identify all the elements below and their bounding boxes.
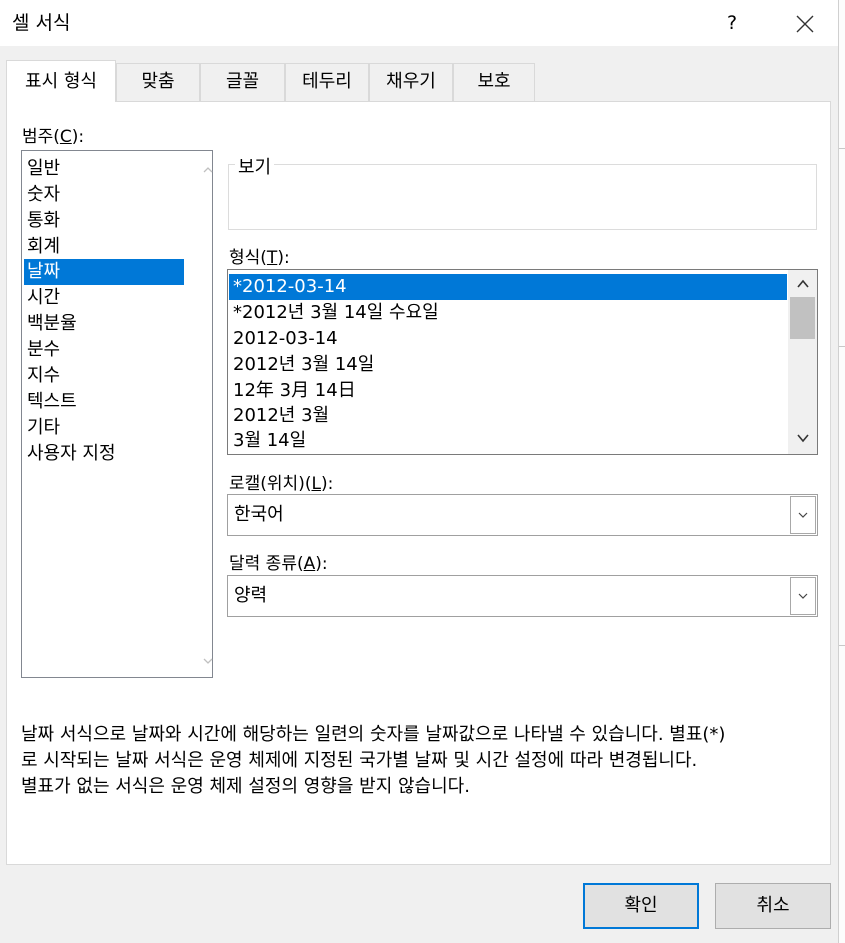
calendar-label: 달력 종류(A): [229,554,328,574]
tab-protection[interactable]: 보호 [453,63,535,101]
category-item[interactable]: 숫자 [24,182,184,208]
locale-dropdown-button[interactable] [790,496,816,534]
format-item[interactable]: 2012년 3월 14일 [229,352,787,378]
category-item[interactable]: 지수 [24,363,184,389]
category-list[interactable]: 일반 숫자 통화 회계 날짜 시간 백분율 분수 지수 텍스트 기타 사용자 지… [21,150,213,678]
calendar-value: 양력 [234,585,268,606]
cancel-button[interactable]: 취소 [715,883,831,929]
category-item[interactable]: 일반 [24,156,184,182]
scroll-down-arrow-icon[interactable] [797,433,809,443]
description-line: 로 시작되는 날짜 서식은 운영 체제에 지정된 국가별 날짜 및 시간 설정에… [21,750,698,771]
category-item[interactable]: 기타 [24,415,184,441]
chevron-down-icon [798,512,808,518]
category-scrollbar[interactable] [203,151,213,677]
scroll-up-arrow-icon[interactable] [797,279,809,289]
format-scrollbar[interactable] [788,270,817,454]
close-button[interactable] [782,4,828,42]
calendar-select[interactable]: 양력 [227,575,818,617]
background-spreadsheet-edge [838,0,845,943]
description-line: 날짜 서식으로 날짜와 시간에 해당하는 일련의 숫자를 날짜값으로 나타낼 수… [21,724,726,745]
tab-number-format[interactable]: 표시 형식 [6,60,116,102]
scroll-up-arrow-icon[interactable] [203,165,213,175]
dialog-title: 셀 서식 [12,12,71,34]
preview-box [228,164,817,230]
category-item[interactable]: 회계 [24,234,184,260]
format-item-selected[interactable]: *2012-03-14 [229,274,787,300]
category-item[interactable]: 시간 [24,285,184,311]
preview-label: 보기 [235,153,275,179]
calendar-dropdown-button[interactable] [790,577,816,615]
category-label: 범주(C): [22,127,85,147]
tab-border[interactable]: 테두리 [285,63,369,101]
chevron-down-icon [798,593,808,599]
ok-button[interactable]: 확인 [583,883,699,929]
format-item[interactable]: 2012-03-14 [229,326,787,352]
format-scroll-thumb[interactable] [790,297,815,339]
locale-value: 한국어 [234,504,284,525]
format-item[interactable]: 12年 3月 14日 [229,378,787,404]
locale-label: 로캘(위치)(L): [229,474,334,494]
format-item[interactable]: 3월 14일 [229,428,787,454]
description-line: 별표가 없는 서식은 운영 체제 설정의 영향을 받지 않습니다. [21,776,470,797]
scroll-down-arrow-icon[interactable] [203,656,213,666]
locale-select[interactable]: 한국어 [227,494,818,536]
close-icon [796,15,814,32]
category-item[interactable]: 텍스트 [24,389,184,415]
tab-fill[interactable]: 채우기 [369,63,453,101]
category-item[interactable]: 분수 [24,337,184,363]
category-item[interactable]: 백분율 [24,311,184,337]
category-item[interactable]: 통화 [24,208,184,234]
format-list[interactable]: *2012-03-14 *2012년 3월 14일 수요일 2012-03-14… [227,269,818,455]
category-item-selected[interactable]: 날짜 [24,259,184,285]
help-button[interactable]: ? [712,4,752,42]
category-item[interactable]: 사용자 지정 [24,441,184,467]
format-item[interactable]: *2012년 3월 14일 수요일 [229,300,787,326]
tab-alignment[interactable]: 맞춤 [116,63,200,101]
format-label: 형식(T): [229,248,290,268]
tab-font[interactable]: 글꼴 [200,63,285,101]
format-item[interactable]: 2012년 3월 [229,403,787,429]
